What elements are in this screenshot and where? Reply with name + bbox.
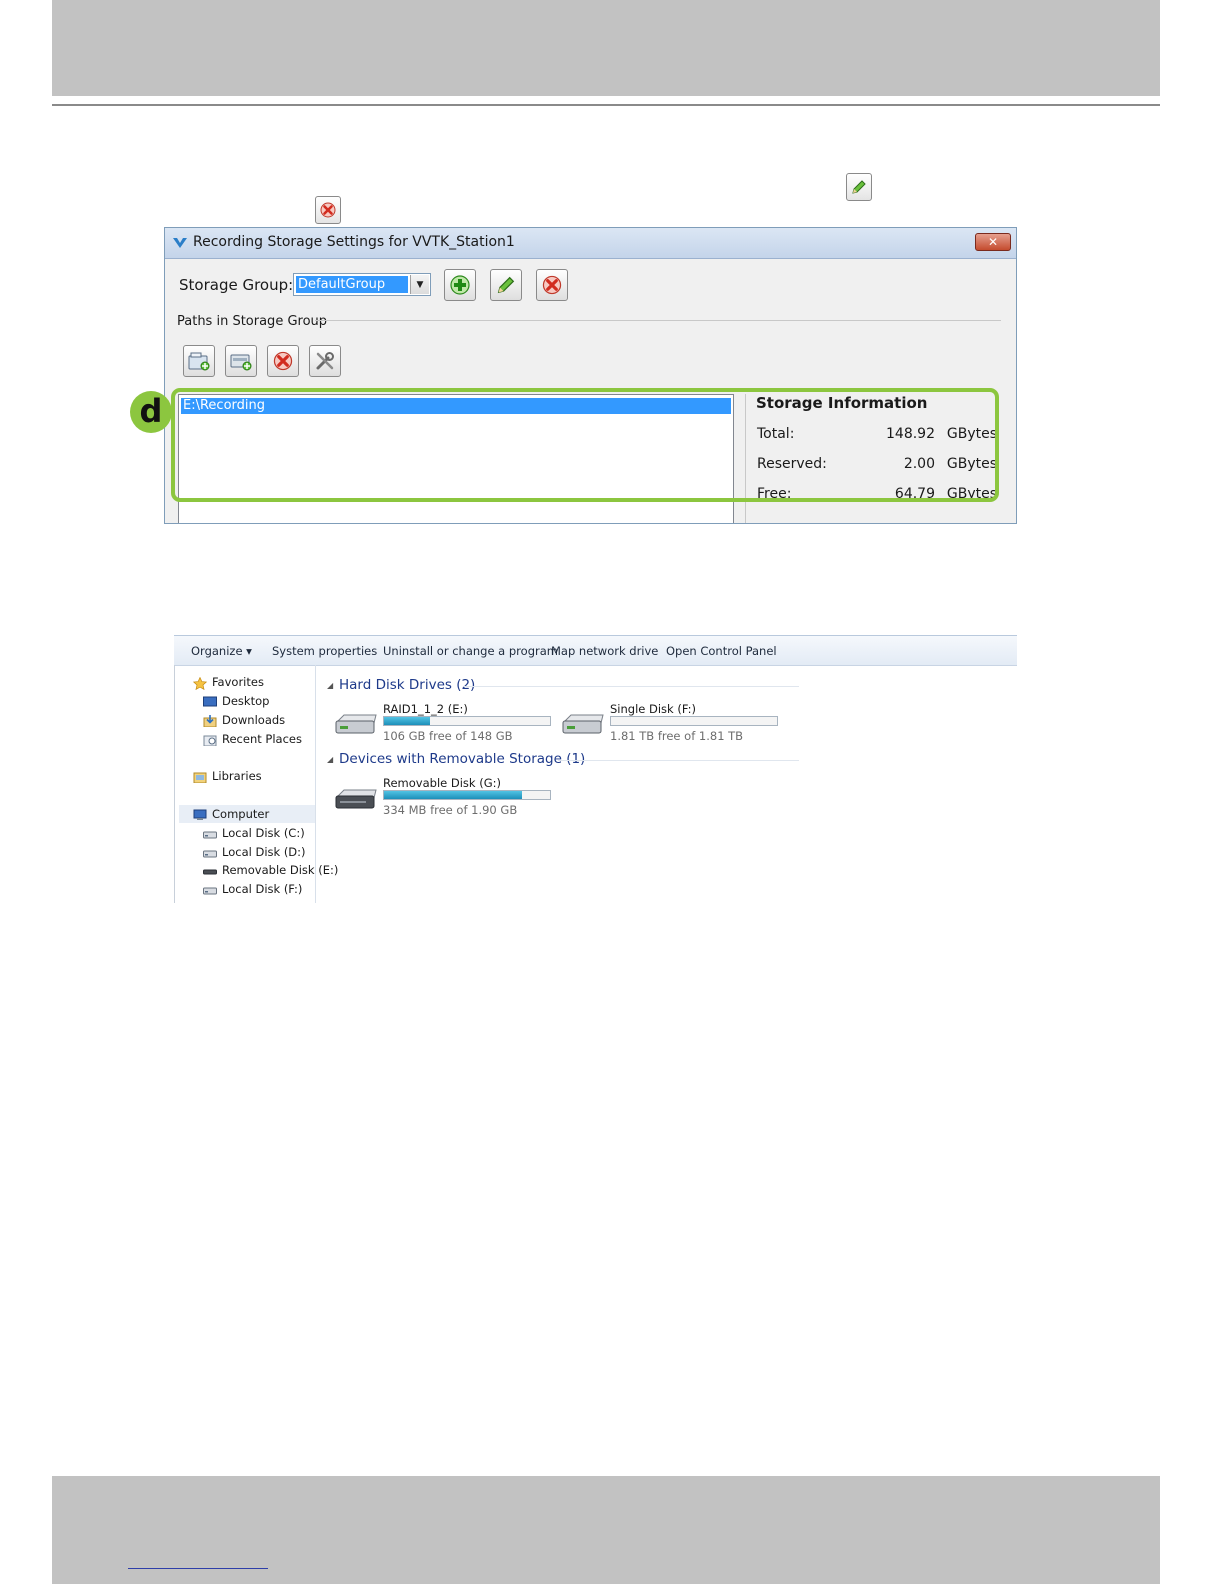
nav-libraries[interactable]: Libraries (193, 769, 262, 783)
nav-computer[interactable]: Computer (193, 807, 269, 821)
nav-downloads-label: Downloads (222, 713, 286, 727)
downloads-icon (203, 714, 217, 727)
nav-computer-label: Computer (212, 807, 270, 821)
toolbar-open-control-panel[interactable]: Open Control Panel (666, 644, 777, 658)
toolbar-map-network-drive[interactable]: Map network drive (551, 644, 658, 658)
nav-drive-c[interactable]: Local Disk (C:) (203, 826, 305, 840)
drive-icon-g (334, 788, 378, 816)
explorer-window: Organize ▾ System properties Uninstall o… (174, 635, 1017, 903)
drive-name-g[interactable]: Removable Disk (G:) (383, 776, 501, 790)
hard-disk-group-header[interactable]: Hard Disk Drives (2) (339, 677, 475, 693)
drive-usage-fill (384, 717, 431, 725)
nav-recent-places-label: Recent Places (222, 732, 302, 746)
highlight-box (171, 388, 999, 502)
nav-drive-f[interactable]: Local Disk (F:) (203, 882, 302, 896)
toolbar-system-properties[interactable]: System properties (272, 644, 377, 658)
footer-link-underline[interactable] (128, 1568, 268, 1569)
drive-free-e: 106 GB free of 148 GB (383, 729, 513, 743)
hard-drive-icon (203, 828, 217, 840)
nav-drive-e-label: Removable Disk (E:) (222, 863, 339, 877)
libraries-icon (193, 771, 207, 783)
drive-name-f[interactable]: Single Disk (F:) (610, 702, 696, 716)
hard-drive-icon (203, 884, 217, 896)
nav-drive-f-label: Local Disk (F:) (222, 882, 303, 896)
header-band (52, 0, 1160, 96)
recent-places-icon (203, 734, 217, 746)
hard-drive-icon (203, 847, 217, 859)
tools-icon (316, 352, 334, 370)
nav-drive-e[interactable]: Removable Disk (E:) (203, 863, 338, 877)
nav-drive-d-label: Local Disk (D:) (222, 845, 306, 859)
nav-recent-places[interactable]: Recent Places (203, 732, 302, 746)
removable-group-header[interactable]: Devices with Removable Storage (1) (339, 751, 585, 767)
removable-group-rule (558, 760, 799, 761)
drive-usage-bar-f (610, 716, 778, 726)
collapse-triangle-icon[interactable]: ◢ (327, 755, 333, 764)
nav-desktop-label: Desktop (222, 694, 270, 708)
path-settings-button[interactable] (309, 345, 341, 377)
removable-drive-icon (335, 789, 377, 809)
explorer-toolbar: Organize ▾ System properties Uninstall o… (174, 635, 1017, 666)
nav-downloads[interactable]: Downloads (203, 713, 285, 727)
drive-name-e[interactable]: RAID1_1_2 (E:) (383, 702, 468, 716)
storage-group-value: DefaultGroup (296, 276, 408, 293)
add-group-button[interactable] (444, 269, 476, 301)
paths-divider (315, 320, 1001, 321)
drive-usage-bar-g (383, 790, 551, 800)
collapse-triangle-icon[interactable]: ◢ (327, 681, 333, 690)
app-logo-icon (173, 238, 187, 248)
drive-usage-bar-e (383, 716, 551, 726)
drive-icon-f (561, 713, 605, 741)
hard-disk-group-rule (464, 686, 799, 687)
paths-section-label: Paths in Storage Group (177, 314, 328, 329)
nav-libraries-label: Libraries (212, 769, 262, 783)
close-icon: ✕ (987, 235, 999, 249)
drive-free-f: 1.81 TB free of 1.81 TB (610, 729, 744, 743)
network-drive-icon (230, 354, 252, 371)
callout-letter: d (139, 391, 163, 430)
nav-favorites-label: Favorites (212, 675, 264, 689)
drive-usage-fill (384, 791, 522, 799)
desktop-icon (203, 696, 217, 708)
computer-icon (193, 809, 207, 821)
delete-group-button[interactable] (536, 269, 568, 301)
pencil-icon (497, 276, 515, 294)
green-plus-icon (450, 275, 470, 295)
close-button[interactable]: ✕ (975, 233, 1011, 251)
dialog-title: Recording Storage Settings for VVTK_Stat… (193, 234, 515, 250)
toolbar-organize[interactable]: Organize ▾ (191, 644, 252, 658)
nav-desktop[interactable]: Desktop (203, 694, 269, 708)
delete-icon-inline (315, 196, 341, 224)
add-folder-icon (188, 352, 210, 371)
pencil-icon (852, 180, 866, 194)
edit-icon-inline (846, 173, 872, 201)
hard-drive-icon (562, 714, 604, 734)
add-network-path-button[interactable] (225, 345, 257, 377)
storage-group-label: Storage Group: (179, 276, 294, 294)
toolbar-uninstall[interactable]: Uninstall or change a program (383, 644, 558, 658)
remove-path-button[interactable] (267, 345, 299, 377)
navigation-pane: Favorites Desktop Downloads Recent Place… (174, 665, 338, 903)
removable-drive-icon (203, 865, 217, 877)
drive-icon-e (334, 713, 378, 741)
edit-group-button[interactable] (490, 269, 522, 301)
hard-drive-icon (335, 714, 377, 734)
drive-free-g: 334 MB free of 1.90 GB (383, 803, 518, 817)
storage-group-select[interactable]: DefaultGroup ▼ (293, 273, 431, 296)
add-path-button[interactable] (183, 345, 215, 377)
header-rule (52, 104, 1160, 106)
star-icon (192, 676, 208, 690)
callout-badge: d (130, 391, 172, 433)
nav-drive-c-label: Local Disk (C:) (222, 826, 305, 840)
dialog-titlebar: Recording Storage Settings for VVTK_Stat… (165, 228, 1016, 259)
chevron-down-icon[interactable]: ▼ (410, 275, 429, 294)
red-x-icon (320, 202, 336, 218)
red-x-icon (542, 275, 562, 295)
nav-drive-d[interactable]: Local Disk (D:) (203, 845, 306, 859)
nav-favorites[interactable]: Favorites (192, 675, 264, 690)
red-x-icon (273, 351, 293, 371)
